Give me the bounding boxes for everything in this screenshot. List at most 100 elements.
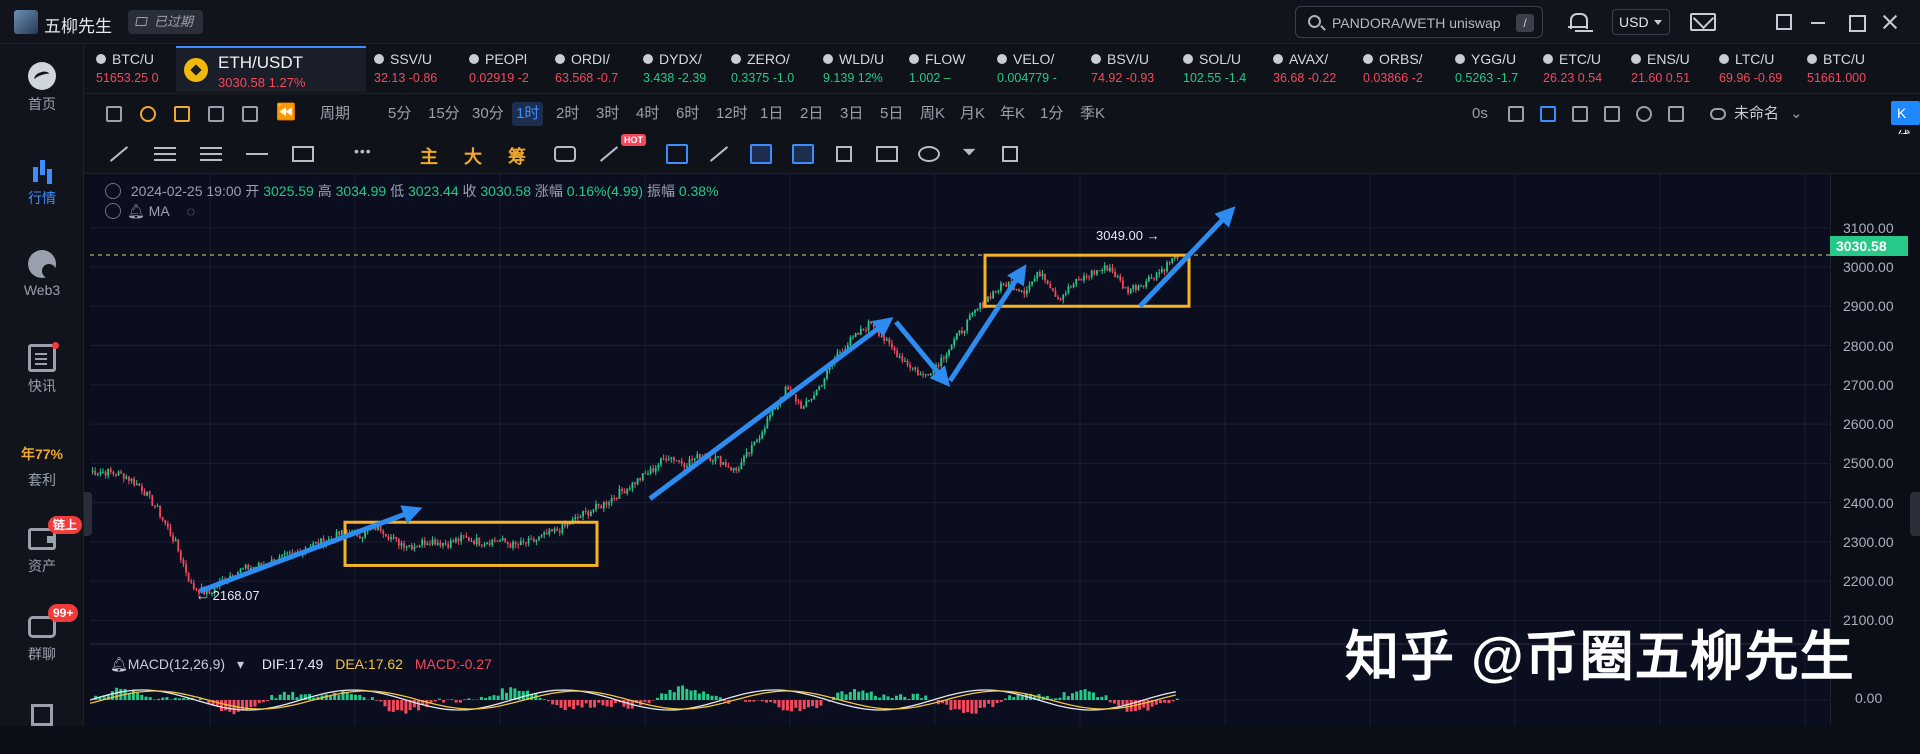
- currency-select[interactable]: USD: [1612, 9, 1670, 35]
- parallel-lines-tool-icon[interactable]: [154, 144, 176, 164]
- main-indicator-tool[interactable]: 主: [420, 143, 438, 169]
- compare-icon[interactable]: [1604, 106, 1620, 122]
- collapse-icon[interactable]: [105, 183, 121, 199]
- sidebar-item-home[interactable]: 首页: [0, 54, 84, 124]
- auto-pattern-icon[interactable]: [554, 146, 576, 162]
- expired-badge[interactable]: 已过期: [128, 10, 203, 34]
- ticker-tab-active[interactable]: ETH/USDT3030.58 1.27%: [176, 46, 366, 92]
- chip-distribution-tool[interactable]: 筹: [508, 143, 526, 169]
- period-5日[interactable]: 5日: [876, 102, 907, 126]
- collapse-left-handle[interactable]: [84, 492, 92, 536]
- period-5分[interactable]: 5分: [384, 102, 415, 126]
- ticker-tab[interactable]: AVAX/36.68 -0.22: [1265, 44, 1355, 94]
- horizontal-line-tool-icon[interactable]: [246, 144, 268, 164]
- layout-name-dropdown[interactable]: 未命名: [1730, 102, 1783, 126]
- period-年K[interactable]: 年K: [996, 102, 1029, 126]
- lock-drawings-icon[interactable]: [792, 144, 814, 164]
- fib-tool-icon[interactable]: [200, 144, 222, 164]
- period-15分[interactable]: 15分: [424, 102, 464, 126]
- collapse-icon[interactable]: [105, 203, 121, 219]
- fullscreen-icon[interactable]: [1668, 106, 1684, 122]
- sidebar-item-news[interactable]: 快讯: [0, 336, 84, 406]
- sidebar-item-chat[interactable]: 99+ 群聊: [0, 604, 84, 674]
- period-12时[interactable]: 12时: [712, 102, 752, 126]
- layout-icon[interactable]: [242, 106, 258, 122]
- period-1分[interactable]: 1分: [1036, 102, 1067, 126]
- cloud-icon[interactable]: [1710, 108, 1726, 120]
- close-icon[interactable]: [1880, 12, 1900, 32]
- rectangle-tool-icon[interactable]: [292, 146, 314, 162]
- sidebar-item-web3[interactable]: Web3: [0, 242, 84, 312]
- period-30分[interactable]: 30分: [468, 102, 508, 126]
- period-周K[interactable]: 周K: [916, 102, 949, 126]
- trendline-tool-icon[interactable]: [108, 144, 130, 164]
- period-3日[interactable]: 3日: [836, 102, 867, 126]
- ticker-tab[interactable]: YGG/U0.5263 -1.7: [1447, 44, 1535, 94]
- indicator-icon[interactable]: [140, 106, 156, 122]
- filter-icon[interactable]: ⏷: [960, 144, 982, 164]
- ticker-tab[interactable]: SOL/U102.55 -1.4: [1175, 44, 1265, 94]
- chart-type-icon[interactable]: [106, 106, 122, 122]
- ticker-tab[interactable]: ORDI/63.568 -0.7: [547, 44, 635, 94]
- ticker-tab[interactable]: FLOW1.002 –: [901, 44, 989, 94]
- period-dropdown[interactable]: 周期: [316, 102, 354, 126]
- sidebar-item-more[interactable]: [0, 684, 84, 754]
- macd-bar: [392, 700, 395, 712]
- ticker-tab[interactable]: BTC/U51653.25 0: [88, 44, 176, 94]
- detach-window-icon[interactable]: [1776, 14, 1792, 30]
- chevron-down-icon[interactable]: ⌄: [1786, 102, 1807, 126]
- ai-line-icon[interactable]: [598, 144, 620, 164]
- template-icon[interactable]: [876, 146, 898, 162]
- eye-hidden-icon[interactable]: ◌: [187, 203, 195, 219]
- settings-icon[interactable]: [1636, 106, 1652, 122]
- period-1日[interactable]: 1日: [756, 102, 787, 126]
- copy-icon[interactable]: [836, 146, 852, 162]
- collapse-right-handle[interactable]: [1910, 492, 1920, 536]
- period-6时[interactable]: 6时: [672, 102, 703, 126]
- alert-bell-icon[interactable]: 🔔︎: [127, 203, 145, 219]
- ticker-tab[interactable]: BTC/U51661.000: [1799, 44, 1889, 94]
- mail-icon[interactable]: [1690, 13, 1716, 31]
- period-3时[interactable]: 3时: [592, 102, 623, 126]
- more-tools-icon[interactable]: [354, 144, 376, 164]
- maximize-icon[interactable]: [1846, 12, 1866, 32]
- ticker-tab[interactable]: DYDX/3.438 -2.39: [635, 44, 723, 94]
- ticker-tab[interactable]: WLD/U9.139 12%: [815, 44, 901, 94]
- period-2日[interactable]: 2日: [796, 102, 827, 126]
- replay-icon[interactable]: ⏪: [276, 106, 292, 122]
- calendar-icon[interactable]: [208, 106, 224, 122]
- period-4时[interactable]: 4时: [632, 102, 663, 126]
- share-icon[interactable]: [1572, 106, 1588, 122]
- ticker-tab[interactable]: PEOPl0.02919 -2: [461, 44, 547, 94]
- ticker-tab[interactable]: LTC/U69.96 -0.69: [1711, 44, 1799, 94]
- period-1时[interactable]: 1时: [512, 102, 543, 126]
- ticker-tab[interactable]: ORBS/0.03866 -2: [1355, 44, 1447, 94]
- ticker-tab[interactable]: ETC/U26.23 0.54: [1535, 44, 1623, 94]
- period-季K[interactable]: 季K: [1076, 102, 1109, 126]
- bell-icon[interactable]: [1565, 10, 1589, 34]
- draw-pen-icon[interactable]: [750, 144, 772, 164]
- ticker-tab[interactable]: VELO/0.004779 -: [989, 44, 1083, 94]
- period-2时[interactable]: 2时: [552, 102, 583, 126]
- sidebar-item-assets[interactable]: 链上 资产: [0, 516, 84, 586]
- ruler-icon[interactable]: [708, 144, 730, 164]
- minimize-icon[interactable]: [1808, 12, 1828, 32]
- sidebar-item-market[interactable]: 行情: [0, 148, 84, 218]
- alert-icon[interactable]: [174, 106, 190, 122]
- camera-icon[interactable]: [1508, 106, 1524, 122]
- edit-icon[interactable]: [1540, 106, 1556, 122]
- ticker-tab[interactable]: ZERO/0.3375 -1.0: [723, 44, 815, 94]
- trash-icon[interactable]: [1002, 146, 1018, 162]
- kline-analysis-button[interactable]: K线分析: [1891, 101, 1920, 125]
- chevron-down-icon[interactable]: ▾: [237, 656, 244, 672]
- magnet-icon[interactable]: [666, 144, 688, 164]
- ticker-tab[interactable]: SSV/U32.13 -0.86: [366, 44, 461, 94]
- link-icon[interactable]: [918, 146, 940, 162]
- search-input[interactable]: PANDORA/WETH uniswap /: [1295, 6, 1543, 38]
- period-月K[interactable]: 月K: [956, 102, 989, 126]
- ticker-tab[interactable]: ENS/U21.60 0.51: [1623, 44, 1711, 94]
- ticker-tab[interactable]: BSV/U74.92 -0.93: [1083, 44, 1175, 94]
- alert-bell-icon[interactable]: 🔔︎: [110, 656, 128, 672]
- sidebar-item-arbitrage[interactable]: 年77% 套利: [0, 430, 84, 500]
- big-order-tool[interactable]: 大: [464, 143, 482, 169]
